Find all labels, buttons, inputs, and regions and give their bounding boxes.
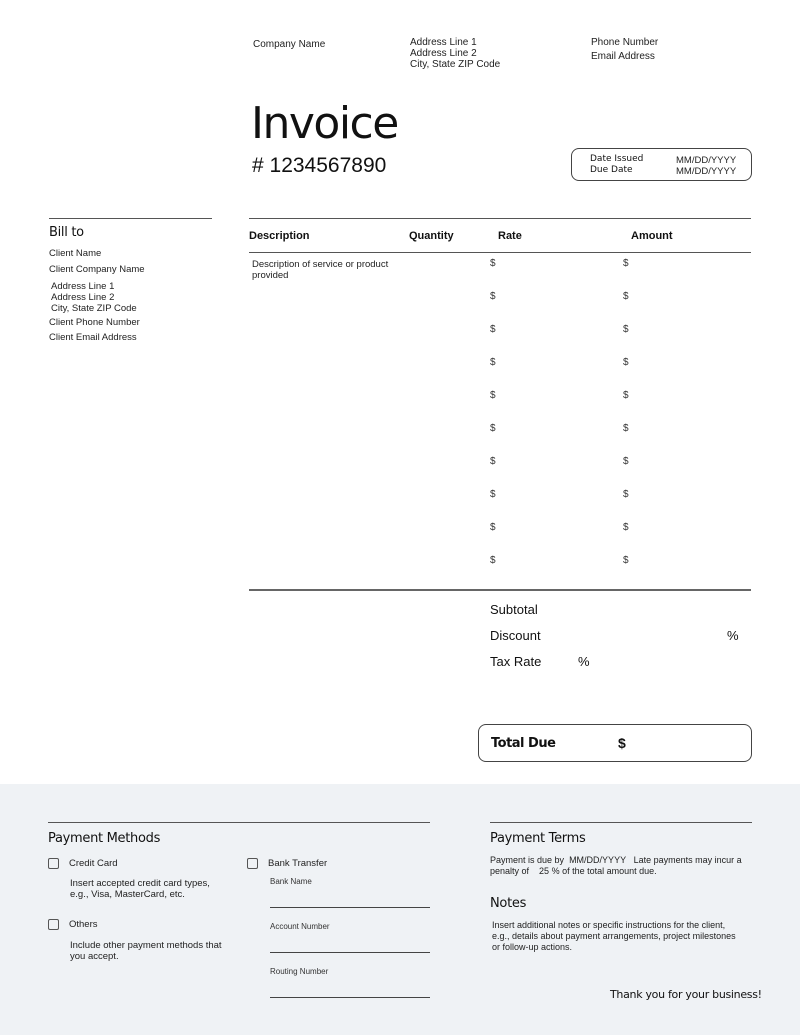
client-address-line-1[interactable]: Address Line 1 <box>51 281 114 292</box>
account-number-field[interactable] <box>270 952 430 953</box>
date-box: Date Issued MM/DD/YYYY Due Date MM/DD/YY… <box>571 148 752 181</box>
row-rate[interactable]: $ <box>490 357 496 368</box>
notes-line-2: e.g., details about payment arrangements… <box>492 931 736 941</box>
bill-to-divider <box>49 218 212 219</box>
company-address: Address Line 1 Address Line 2 City, Stat… <box>410 37 500 70</box>
notes-line-3: or follow-up actions. <box>492 942 573 952</box>
row-amount[interactable]: $ <box>623 291 629 302</box>
company-email: Email Address <box>591 51 655 62</box>
row-amount[interactable]: $ <box>623 258 629 269</box>
company-city-state-zip: City, State ZIP Code <box>410 59 501 70</box>
row-rate[interactable]: $ <box>490 456 496 467</box>
payment-terms-text: Payment is due by MM/DD/YYYY Late paymen… <box>490 855 760 877</box>
company-phone: Phone Number <box>591 37 659 48</box>
total-due-box: Total Due $ <box>478 724 752 762</box>
total-due-label: Total Due <box>491 736 556 751</box>
bank-name-field[interactable] <box>270 907 430 908</box>
payment-methods-title: Payment Methods <box>48 831 161 846</box>
payment-methods-divider <box>48 822 430 823</box>
due-date-value[interactable]: MM/DD/YYYY <box>676 166 736 177</box>
tax-rate-label: Tax Rate <box>490 654 542 669</box>
table-top-divider <box>249 218 751 219</box>
bank-transfer-label: Bank Transfer <box>268 858 328 869</box>
row-amount[interactable]: $ <box>623 522 629 533</box>
payment-terms-title: Payment Terms <box>490 831 586 846</box>
company-contact: Phone Number Email Address <box>591 37 658 65</box>
notes-line-1: Insert additional notes or specific inst… <box>492 920 726 930</box>
terms-text-c: penalty of <box>490 866 530 876</box>
row-rate[interactable]: $ <box>490 390 496 401</box>
credit-card-note: Insert accepted credit card types, e.g.,… <box>70 878 210 900</box>
row-rate[interactable]: $ <box>490 522 496 533</box>
client-phone[interactable]: Client Phone Number <box>49 317 140 328</box>
header-amount: Amount <box>631 230 673 242</box>
row-amount[interactable]: $ <box>623 555 629 566</box>
payment-terms-divider <box>490 822 752 823</box>
others-note-line-1: Include other payment methods that <box>70 940 222 951</box>
table-header-divider <box>249 252 751 253</box>
row-rate[interactable]: $ <box>490 555 496 566</box>
others-checkbox[interactable] <box>48 919 59 930</box>
date-issued-value[interactable]: MM/DD/YYYY <box>676 155 736 166</box>
row-amount[interactable]: $ <box>623 489 629 500</box>
row-description[interactable]: Description of service or product provid… <box>252 259 402 281</box>
credit-card-checkbox[interactable] <box>48 858 59 869</box>
terms-penalty-value[interactable]: 25 <box>539 866 549 876</box>
terms-text-d: % of the total amount due. <box>551 866 657 876</box>
date-issued-label: Date Issued <box>590 154 644 164</box>
company-address-line-1: Address Line 1 <box>410 37 477 48</box>
account-number-label: Account Number <box>270 922 330 931</box>
client-city-state-zip[interactable]: City, State ZIP Code <box>51 303 137 314</box>
others-note-line-2: you accept. <box>70 951 119 962</box>
row-amount[interactable]: $ <box>623 357 629 368</box>
client-name[interactable]: Client Name <box>49 248 101 259</box>
invoice-title: Invoice <box>251 98 399 149</box>
client-company-name[interactable]: Client Company Name <box>49 264 145 275</box>
credit-card-note-line-1: Insert accepted credit card types, <box>70 878 210 889</box>
row-rate[interactable]: $ <box>490 258 496 269</box>
terms-text-a: Payment is due by <box>490 855 565 865</box>
subtotal-label: Subtotal <box>490 602 538 617</box>
row-amount[interactable]: $ <box>623 324 629 335</box>
row-rate[interactable]: $ <box>490 423 496 434</box>
discount-percent-sign: % <box>727 628 739 643</box>
total-due-currency: $ <box>618 735 626 751</box>
row-rate[interactable]: $ <box>490 489 496 500</box>
credit-card-note-line-2: e.g., Visa, MasterCard, etc. <box>70 889 185 900</box>
header-quantity: Quantity <box>409 230 454 242</box>
client-email[interactable]: Client Email Address <box>49 332 137 343</box>
routing-number-field[interactable] <box>270 997 430 998</box>
row-amount[interactable]: $ <box>623 423 629 434</box>
others-note: Include other payment methods that you a… <box>70 940 222 962</box>
terms-due-date[interactable]: MM/DD/YYYY <box>569 855 626 865</box>
notes-text[interactable]: Insert additional notes or specific inst… <box>492 920 736 953</box>
credit-card-label: Credit Card <box>69 858 118 869</box>
row-rate[interactable]: $ <box>490 291 496 302</box>
header-description: Description <box>249 230 310 242</box>
table-bottom-divider <box>249 589 751 591</box>
row-amount[interactable]: $ <box>623 456 629 467</box>
thank-you-message: Thank you for your business! <box>610 988 762 1001</box>
invoice-number: # 1234567890 <box>252 154 387 177</box>
company-address-line-2: Address Line 2 <box>410 48 477 59</box>
header-rate: Rate <box>498 230 522 242</box>
tax-percent-sign: % <box>578 654 590 669</box>
bank-name-label: Bank Name <box>270 877 312 886</box>
bank-transfer-checkbox[interactable] <box>247 858 258 869</box>
discount-label: Discount <box>490 628 541 643</box>
routing-number-label: Routing Number <box>270 967 329 976</box>
others-label: Others <box>69 919 98 930</box>
row-amount[interactable]: $ <box>623 390 629 401</box>
client-address-line-2[interactable]: Address Line 2 <box>51 292 114 303</box>
company-name: Company Name <box>253 39 326 50</box>
notes-title: Notes <box>490 896 527 911</box>
due-date-label: Due Date <box>590 165 633 175</box>
terms-text-b: Late payments may incur a <box>633 855 742 865</box>
row-rate[interactable]: $ <box>490 324 496 335</box>
bill-to-title: Bill to <box>49 225 84 240</box>
